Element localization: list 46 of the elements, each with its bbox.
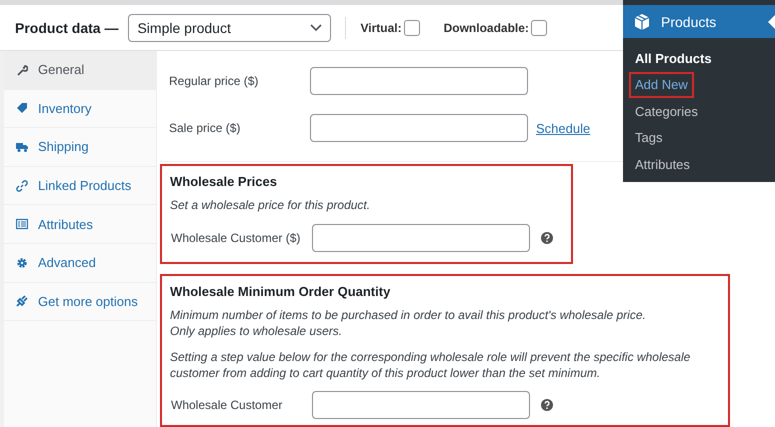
tab[interactable]: Attributes xyxy=(4,205,156,244)
field-label: Wholesale Customer xyxy=(170,398,284,412)
field-label: Regular price ($) xyxy=(168,74,260,88)
option-label: Downloadable: xyxy=(444,20,529,34)
submenu-item[interactable]: Attributes xyxy=(629,151,696,178)
description-line: Only applies to wholesale users. xyxy=(170,323,344,339)
plug-icon xyxy=(16,295,28,308)
wholesale-input[interactable] xyxy=(312,391,530,419)
description-line: Minimum number of items to be purchased in order to avail this product's wholesale price. xyxy=(170,307,647,323)
product-type-select[interactable]: Simple product xyxy=(128,14,332,42)
chevron-icon xyxy=(310,24,322,32)
panel-title: Product data — xyxy=(15,20,118,36)
section-title: Wholesale Minimum Order Quantity xyxy=(170,284,392,299)
checkbox[interactable] xyxy=(530,20,547,36)
description-line: Set a wholesale price for this product. xyxy=(170,197,372,213)
field-label: Sale price ($) xyxy=(168,121,242,135)
list-icon xyxy=(16,218,28,230)
submenu-item[interactable]: Categories xyxy=(629,98,704,124)
tag-icon xyxy=(16,102,28,114)
box-icon xyxy=(633,12,651,30)
submenu-item[interactable]: Tags xyxy=(629,124,668,151)
tab[interactable]: Get more options xyxy=(4,282,156,322)
wholesale-input[interactable] xyxy=(312,224,530,252)
price-input[interactable] xyxy=(310,114,528,142)
tab[interactable]: General xyxy=(4,51,156,90)
wrench-icon xyxy=(16,64,28,76)
submenu-item[interactable]: All Products xyxy=(629,45,718,72)
truck-icon xyxy=(16,140,28,153)
price-input[interactable] xyxy=(310,67,528,95)
section-title: Wholesale Prices xyxy=(170,174,278,189)
tab[interactable]: Shipping xyxy=(4,128,156,167)
field-label: Wholesale Customer ($) xyxy=(170,231,302,245)
link-icon xyxy=(16,180,28,192)
submenu-item[interactable]: Add New xyxy=(629,72,694,98)
checkbox[interactable] xyxy=(404,20,420,36)
help-icon[interactable] xyxy=(541,232,553,244)
schedule-link[interactable]: Schedule xyxy=(536,120,590,136)
description-line: customer from adding to cart quantity of this product lower than the set minimum. xyxy=(170,365,602,381)
option-label: Virtual: xyxy=(360,20,402,34)
products-menu-item[interactable]: Products xyxy=(623,5,775,38)
description-line: Setting a step value below for the corresponding wholesale role will prevent the specific wholesale xyxy=(170,349,692,365)
tab[interactable]: Advanced xyxy=(4,244,156,283)
gear-icon xyxy=(16,256,28,269)
tab[interactable]: Linked Products xyxy=(4,166,156,206)
tab[interactable]: Inventory xyxy=(4,90,156,128)
help-icon[interactable] xyxy=(541,399,553,411)
